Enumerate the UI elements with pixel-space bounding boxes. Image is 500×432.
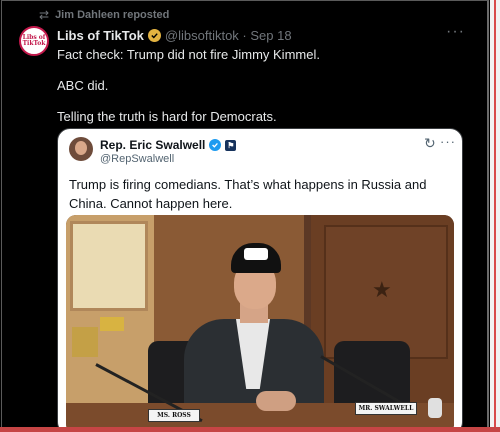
post-header: Libs of TikTok @libsoftiktok · Sep 18	[57, 28, 292, 43]
author-handle-date[interactable]: @libsoftiktok · Sep 18	[165, 28, 292, 43]
verified-badge-icon	[209, 139, 222, 151]
wall-panel	[70, 221, 148, 311]
tweet-frame: ⇄ Jim Dahleen reposted Libs of TikTok Li…	[1, 0, 489, 430]
tweet-line: Fact check: Trump did not fire Jimmy Kim…	[57, 47, 320, 62]
repost-label: Jim Dahleen reposted	[55, 9, 170, 21]
verified-badge-icon	[147, 29, 161, 42]
quoted-avatar[interactable]	[69, 137, 93, 161]
cap-logo	[244, 248, 268, 260]
nameplate-swalwell: MR. SWALWELL	[355, 402, 417, 415]
quoted-more-options-icon[interactable]: ···	[440, 134, 456, 149]
window-edge	[490, 0, 500, 432]
repost-row[interactable]: ⇄ Jim Dahleen reposted	[39, 8, 169, 22]
quoted-author-handle[interactable]: @RepSwalwell	[100, 153, 174, 165]
cup	[72, 327, 98, 357]
avatar[interactable]: Libs of TikTok	[19, 26, 49, 56]
quoted-author-row: Rep. Eric Swalwell ⚑	[100, 138, 237, 152]
person-hands	[256, 391, 296, 411]
government-flag-icon: ⚑	[225, 139, 237, 151]
quoted-tweet[interactable]: Rep. Eric Swalwell ⚑ @RepSwalwell ↻ ··· …	[57, 128, 463, 429]
quoted-text: Trump is firing comedians. That’s what h…	[69, 177, 427, 211]
bottom-bar	[0, 427, 500, 432]
quoted-author-name[interactable]: Rep. Eric Swalwell	[100, 138, 205, 152]
water-bottle	[428, 398, 442, 418]
nameplate-ross: MS. ROSS	[148, 409, 200, 422]
tweet-line: ABC did.	[57, 78, 109, 93]
tweet-line: Telling the truth is hard for Democrats.	[57, 109, 277, 124]
author-name[interactable]: Libs of TikTok	[57, 28, 144, 43]
star-icon: ★	[372, 277, 392, 302]
edge-line	[494, 0, 496, 432]
pen-holder	[100, 317, 124, 331]
more-options-icon[interactable]: ···	[446, 23, 465, 41]
tweet-body: Fact check: Trump did not fire Jimmy Kim…	[57, 45, 320, 126]
refresh-icon[interactable]: ↻	[424, 135, 436, 152]
hearing-video-thumbnail[interactable]: ★ MS. ROSS MR. SWALWELL	[66, 215, 454, 429]
avatar-logo-text: Libs of TikTok	[22, 34, 46, 47]
repost-icon: ⇄	[39, 8, 50, 22]
